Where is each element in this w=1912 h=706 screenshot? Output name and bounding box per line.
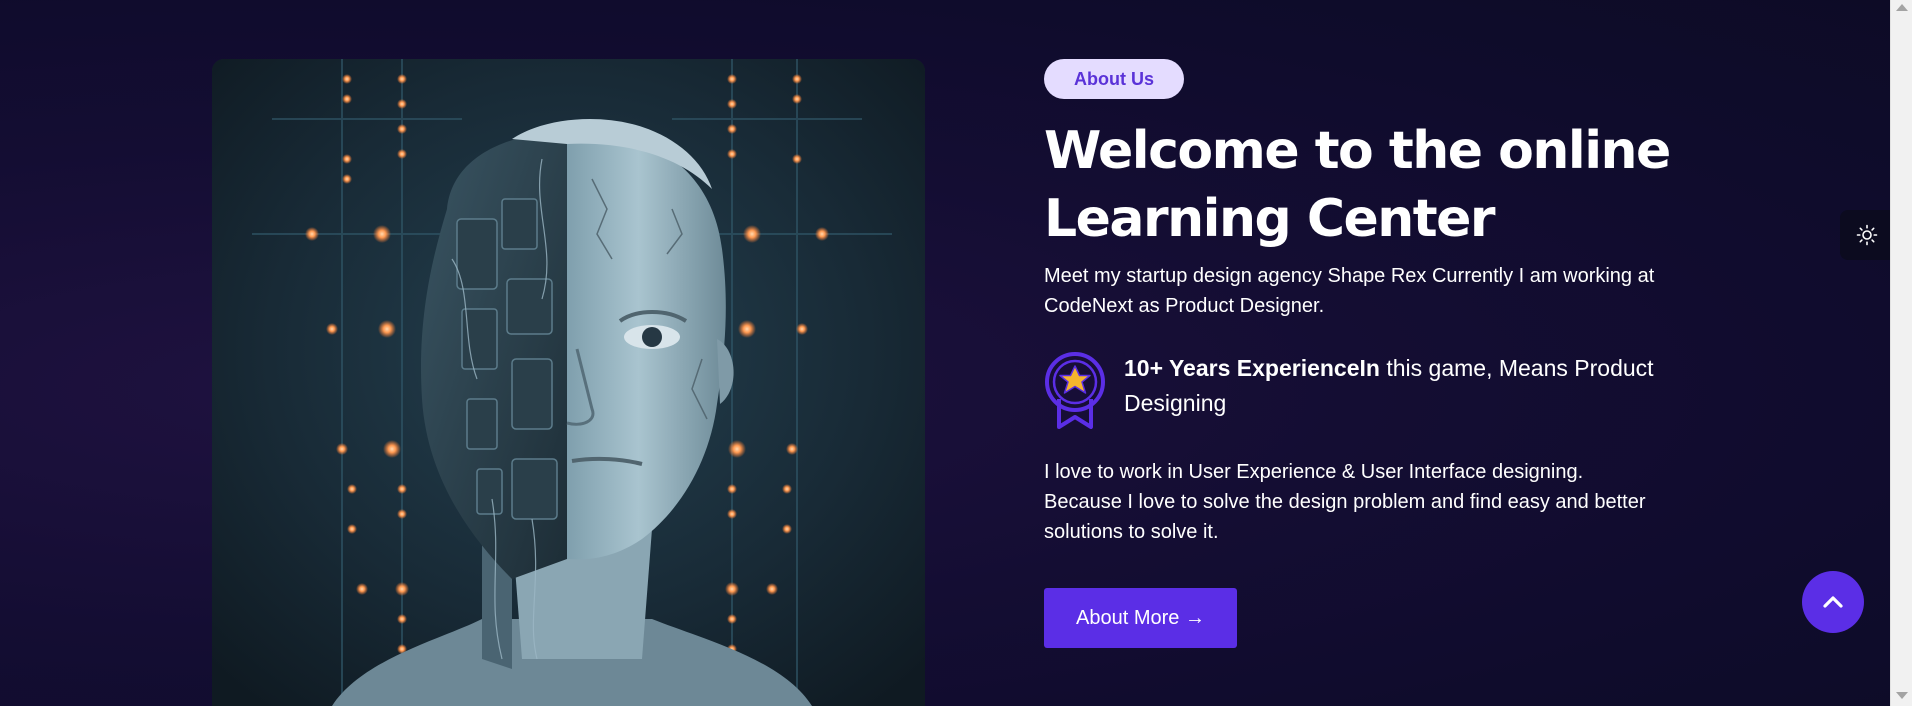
- body-paragraph: I love to work in User Experience & User…: [1044, 461, 1646, 543]
- sun-icon: [1856, 224, 1878, 246]
- page-scrollbar[interactable]: [1890, 0, 1912, 706]
- about-section: About Us Welcome to the online Learning …: [0, 0, 1890, 706]
- about-more-button[interactable]: About More →: [1044, 588, 1237, 648]
- page-title: Welcome to the online Learning Center: [1044, 117, 1684, 253]
- ai-robot-face-image: [212, 59, 925, 706]
- headline-line-1: Welcome to the online: [1044, 121, 1671, 181]
- about-content: About Us Welcome to the online Learning …: [1044, 59, 1684, 648]
- experience-text: 10+ Years ExperienceIn this game, Means …: [1124, 351, 1684, 421]
- theme-toggle-button[interactable]: [1840, 210, 1890, 260]
- intro-paragraph: Meet my startup design agency Shape Rex …: [1044, 265, 1655, 317]
- headline-line-2: Learning Center: [1044, 189, 1496, 249]
- experience-highlight: 10+ Years ExperienceIn this game, Means …: [1044, 351, 1684, 429]
- scroll-up-arrow-icon[interactable]: [1896, 4, 1908, 11]
- experience-strong: 10+ Years ExperienceIn: [1124, 355, 1380, 381]
- about-us-badge: About Us: [1044, 59, 1184, 99]
- chevron-up-icon: [1823, 596, 1843, 608]
- scroll-down-arrow-icon[interactable]: [1896, 692, 1908, 699]
- scroll-to-top-button[interactable]: [1802, 571, 1864, 633]
- medal-star-icon: [1045, 352, 1105, 429]
